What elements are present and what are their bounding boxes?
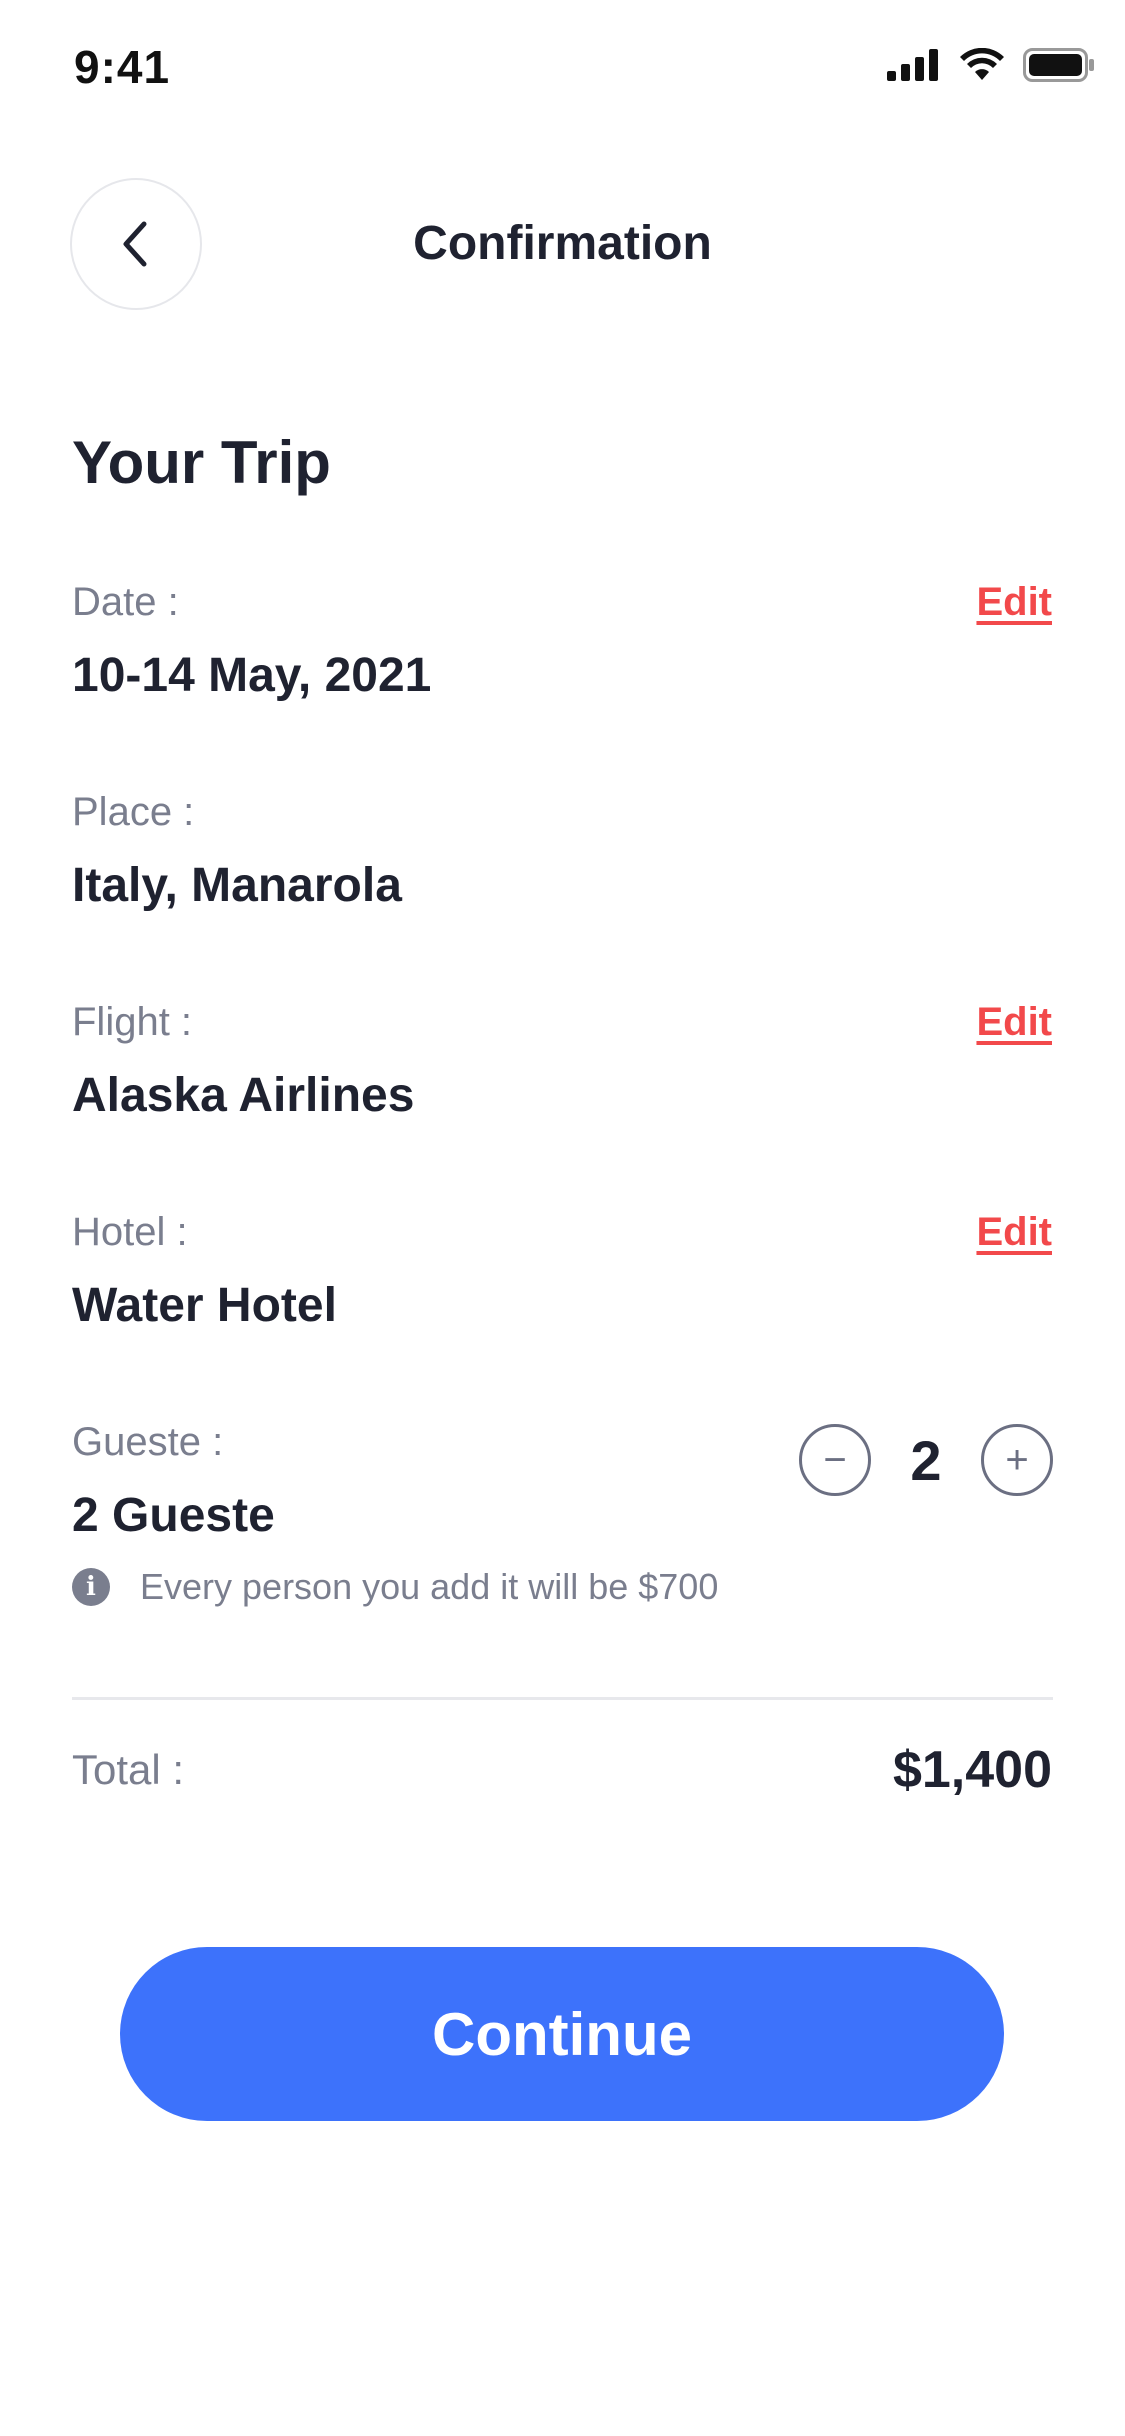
place-value: Italy, Manarola [72, 859, 402, 912]
info-text: Every person you add it will be $700 [140, 1566, 719, 1607]
hotel-label: Hotel : [72, 1210, 188, 1254]
decrease-guests-button[interactable]: − [799, 1424, 871, 1496]
flight-value: Alaska Airlines [72, 1069, 415, 1122]
wifi-icon [960, 48, 1004, 80]
page-title: Confirmation [413, 217, 712, 270]
continue-button[interactable]: Continue [120, 1947, 1004, 2121]
edit-flight-link[interactable]: Edit [976, 1000, 1052, 1045]
divider [72, 1697, 1053, 1700]
guests-stepper: − 2 + [799, 1424, 1053, 1496]
status-icons [887, 48, 1095, 82]
guests-value: 2 Gueste [72, 1489, 275, 1542]
flight-label: Flight : [72, 1000, 193, 1044]
guest-price-info: i Every person you add it will be $700 [72, 1566, 718, 1608]
edit-hotel-link[interactable]: Edit [976, 1210, 1052, 1255]
section-title: Your Trip [72, 429, 331, 496]
date-value: 10-14 May, 2021 [72, 649, 432, 702]
hotel-value: Water Hotel [72, 1279, 337, 1332]
total-value: $1,400 [892, 1741, 1052, 1799]
cellular-signal-icon [887, 49, 938, 81]
total-label: Total : [72, 1746, 185, 1793]
place-label: Place : [72, 790, 195, 834]
date-label: Date : [72, 580, 179, 624]
info-icon: i [72, 1568, 110, 1606]
battery-icon [1023, 48, 1094, 82]
edit-date-link[interactable]: Edit [976, 580, 1052, 625]
increase-guests-button[interactable]: + [981, 1424, 1053, 1496]
status-time: 9:41 [74, 41, 171, 93]
guests-count: 2 [910, 1428, 942, 1492]
guests-label: Gueste : [72, 1420, 224, 1464]
